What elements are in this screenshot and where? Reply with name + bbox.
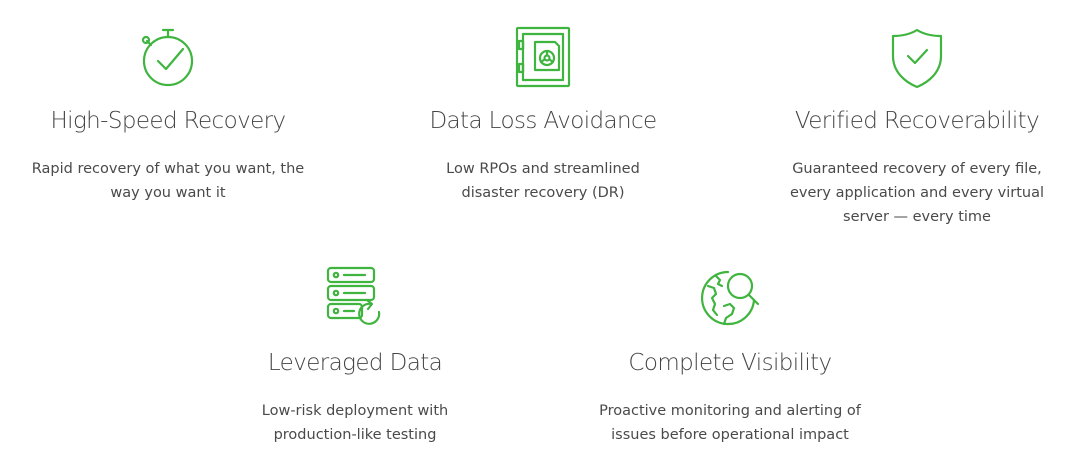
globe-magnifier-icon	[694, 262, 766, 334]
feature-verified-recoverability: Verified Recoverability Guaranteed recov…	[767, 22, 1067, 232]
feature-description: Proactive monitoring and alerting of iss…	[599, 403, 861, 443]
feature-title: High-Speed Recovery	[50, 108, 286, 134]
feature-description: Low-risk deployment with production-like…	[261, 403, 449, 443]
feature-data-loss-avoidance: Data Loss Avoidance Low RPOs and streaml…	[393, 22, 693, 232]
feature-title: Leveraged Data	[267, 350, 443, 376]
vault-safe-icon	[507, 22, 579, 94]
feature-description: Guaranteed recovery of every file, every…	[790, 161, 1044, 225]
feature-description: Rapid recovery of what you want, the way…	[31, 161, 305, 201]
server-stack-refresh-icon	[319, 262, 391, 334]
feature-title: Verified Recoverability	[794, 108, 1040, 134]
feature-leveraged-data: Leveraged Data Low-risk deployment with …	[205, 262, 505, 462]
feature-title: Data Loss Avoidance	[429, 108, 657, 134]
feature-title: Complete Visibility	[628, 350, 832, 376]
stopwatch-check-icon	[132, 22, 204, 94]
shield-check-icon	[881, 22, 953, 94]
feature-high-speed-recovery: High-Speed Recovery Rapid recovery of wh…	[18, 22, 318, 232]
feature-description: Low RPOs and streamlined disaster recove…	[446, 161, 640, 201]
feature-complete-visibility: Complete Visibility Proactive monitoring…	[580, 262, 880, 462]
